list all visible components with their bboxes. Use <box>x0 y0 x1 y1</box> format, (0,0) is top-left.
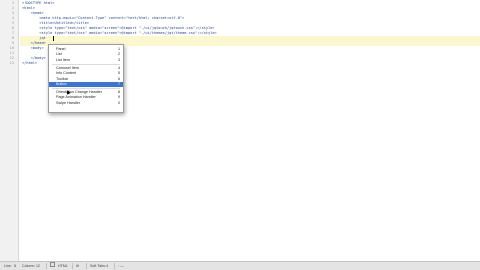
line-number: 13 <box>9 61 14 65</box>
popup-menu-item-shortcut: 3 <box>117 57 120 62</box>
status-divider <box>114 263 115 269</box>
status-tab-label[interactable]: Soft Tabs: <box>90 262 106 270</box>
text-caret <box>53 36 54 41</box>
popup-menu-item-shortcut: 7 <box>117 81 120 86</box>
status-line-label: Line: <box>4 264 12 268</box>
snippet-popup-menu[interactable]: Panel 1 List 2 List Item 3 Carousel Item 4 Info … <box>48 44 124 113</box>
code-editor[interactable]: <!DOCTYPE html> <html> <head> <meta http-… <box>20 0 480 262</box>
popup-menu-item-label: Button <box>56 81 67 86</box>
status-tab-value[interactable]: 4 <box>106 262 108 270</box>
line-number-gutter: 1 2 3 4 5 6 7 8 9 10 11 12 13 <box>0 0 19 262</box>
code-line[interactable]: <body> <box>22 46 44 51</box>
status-language[interactable]: HTML <box>58 262 68 270</box>
popup-menu-item[interactable]: List Item 3 <box>49 58 123 63</box>
status-divider <box>86 263 87 269</box>
status-column-label: Column: <box>22 264 36 268</box>
popup-menu-separator <box>52 88 120 90</box>
popup-menu-item-shortcut: 0 <box>117 100 120 105</box>
popup-menu-item-label: List Item <box>56 57 70 62</box>
code-line[interactable]: <style type="text/css" media="screen">@i… <box>22 31 216 36</box>
popup-menu-item[interactable]: Swipe Handler 0 <box>49 101 123 106</box>
symbol-menu[interactable]: ◦ — <box>118 262 124 270</box>
popup-menu-item-label: Swipe Handler <box>56 100 80 105</box>
status-bar: Line: 8 Column: 12 HTML ⚙ Soft Tabs: 4 ◦… <box>0 261 480 270</box>
status-column-value: 12 <box>36 264 40 268</box>
code-line[interactable]: </html> <box>22 61 37 66</box>
status-divider <box>72 263 73 269</box>
popup-menu-separator <box>52 63 120 65</box>
document-icon <box>50 262 55 267</box>
popup-menu-item[interactable]: Button 7 <box>49 81 123 88</box>
status-line-value: 8 <box>14 264 16 268</box>
gear-icon[interactable]: ⚙ <box>76 262 79 270</box>
status-divider <box>46 263 47 269</box>
